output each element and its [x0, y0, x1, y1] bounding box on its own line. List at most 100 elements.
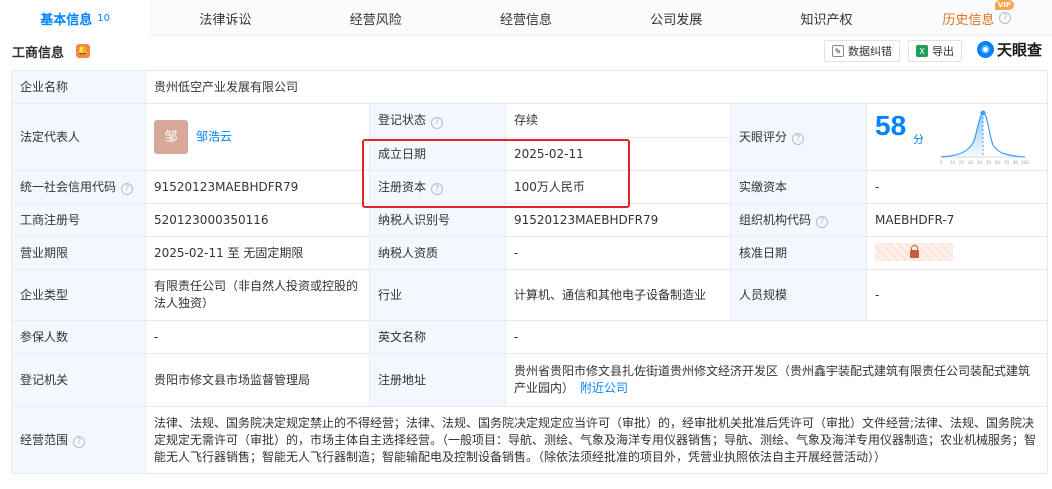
credit-code: 91520123MAEBHDFR79	[145, 170, 370, 204]
tab-label: 基本信息	[40, 12, 93, 28]
help-icon[interactable]: ?	[121, 183, 134, 195]
tab-development[interactable]: 公司发展	[601, 0, 751, 36]
established-date: 2025-02-11	[505, 137, 731, 171]
authority: 贵阳市修文县市场监督管理局	[145, 353, 370, 407]
org-code: MAEBHDFR-7	[866, 203, 1048, 237]
table-row: 参保人数 - 英文名称 -	[11, 320, 1048, 354]
svg-text:50: 50	[986, 160, 992, 165]
tab-history[interactable]: 历史信息? VIP	[902, 0, 1052, 36]
tab-label: 经营信息	[499, 12, 552, 28]
svg-text:30: 30	[968, 160, 974, 165]
legal-rep-cell: 邹邹浩云	[145, 103, 370, 171]
reg-capital-label: 注册资本	[378, 179, 427, 194]
help-icon[interactable]: ?	[999, 12, 1012, 24]
staff: -	[866, 269, 1048, 321]
paidin: -	[866, 170, 1048, 204]
taxpayer-id-label: 纳税人识别号	[369, 203, 506, 237]
tab-operation[interactable]: 经营信息	[451, 0, 601, 36]
bell-icon[interactable]: 🔔	[76, 44, 90, 58]
industry-label: 行业	[369, 269, 506, 321]
vip-lock[interactable]	[875, 243, 953, 262]
svg-text:80: 80	[1013, 160, 1019, 165]
table-row: 企业名称 贵州低空产业发展有限公司	[11, 70, 1048, 104]
export-label: 导出	[932, 45, 954, 58]
industry: 计算机、通信和其他电子设备制造业	[505, 269, 731, 321]
eye-icon: ◉	[977, 41, 994, 58]
nearby-company-link[interactable]: 附近公司	[580, 381, 628, 395]
vip-badge: VIP	[994, 0, 1014, 10]
tab-risk[interactable]: 经营风险	[301, 0, 451, 36]
score-value: 58	[875, 110, 907, 141]
svg-text:40: 40	[977, 160, 983, 165]
data-correct-button[interactable]: ✎ 数据纠错	[824, 40, 900, 62]
address-label: 注册地址	[369, 353, 506, 407]
scope-label-cell: 经营范围?	[11, 406, 146, 474]
export-button[interactable]: X 导出	[908, 40, 962, 62]
brand-logo: ◉ 天眼查	[977, 39, 1042, 60]
table-row: 经营范围? 法律、法规、国务院决定规定禁止的不得经营；法律、法规、国务院决定规定…	[11, 406, 1048, 474]
help-icon[interactable]: ?	[431, 116, 444, 129]
term-label: 营业期限	[11, 236, 146, 270]
edit-icon: ✎	[832, 45, 844, 57]
table-row: 企业类型 有限责任公司（非自然人投资或控股的法人独资） 行业 计算机、通信和其他…	[11, 269, 1048, 321]
insured: -	[145, 320, 370, 354]
score-label-cell: 天眼评分?	[730, 103, 867, 171]
legal-rep-label: 法定代表人	[11, 103, 146, 171]
svg-text:60: 60	[995, 160, 1001, 165]
established-label: 成立日期	[369, 137, 506, 171]
tab-label: 历史信息	[942, 12, 995, 28]
tab-label: 法律诉讼	[199, 12, 252, 28]
brand-name: 天眼查	[997, 41, 1043, 59]
avatar[interactable]: 邹	[154, 120, 188, 154]
business-info-table: 企业名称 贵州低空产业发展有限公司 法定代表人 邹邹浩云 登记状态? 存续 天眼…	[11, 70, 1048, 474]
reg-no: 520123000350116	[145, 203, 370, 237]
approval-date-label: 核准日期	[730, 236, 867, 270]
reg-capital: 100万人民币	[505, 170, 731, 204]
tab-bar: 基本信息 10 法律诉讼 经营风险 经营信息 公司发展 知识产权 历史信息? VI…	[0, 0, 1052, 36]
score-unit: 分	[913, 133, 924, 146]
tab-ip[interactable]: 知识产权	[751, 0, 901, 36]
org-code-label-cell: 组织机构代码?	[730, 203, 867, 237]
tab-legal[interactable]: 法律诉讼	[150, 0, 300, 36]
reg-status: 存续	[505, 103, 731, 138]
en-name: -	[505, 320, 1048, 354]
score-label: 天眼评分	[739, 129, 788, 144]
insured-label: 参保人数	[11, 320, 146, 354]
svg-text:70: 70	[1004, 160, 1010, 165]
table-row: 登记机关 贵阳市修文县市场监督管理局 注册地址 贵州省贵阳市修文县扎佐街道贵州修…	[11, 353, 1048, 407]
reg-capital-label-cell: 注册资本?	[369, 170, 506, 204]
reg-no-label: 工商注册号	[11, 203, 146, 237]
tab-count: 10	[97, 12, 111, 24]
table-row: 法定代表人 邹邹浩云 登记状态? 存续 天眼评分? 58 分 0 10 20 3…	[11, 103, 1048, 171]
lock-icon	[909, 244, 919, 258]
help-icon[interactable]: ?	[73, 436, 86, 448]
help-icon[interactable]: ?	[792, 133, 805, 145]
section-header: 工商信息 🔔 ✎ 数据纠错 X 导出 ◉ 天眼查	[12, 40, 1047, 64]
data-correct-label: 数据纠错	[848, 45, 892, 58]
legal-rep-link[interactable]: 邹浩云	[196, 130, 232, 144]
credit-code-label-cell: 统一社会信用代码?	[11, 170, 146, 204]
tab-basic-info[interactable]: 基本信息 10	[0, 0, 151, 36]
credit-code-label: 统一社会信用代码	[20, 179, 117, 194]
tab-label: 公司发展	[650, 12, 703, 28]
score-distribution-chart: 0 10 20 30 40 50 60 70 80 100	[940, 110, 1029, 165]
table-row: 工商注册号 520123000350116 纳税人识别号 91520123MAE…	[11, 203, 1048, 237]
address-cell: 贵州省贵阳市修文县扎佐街道贵州修文经济开发区（贵州鑫宇装配式建筑有限责任公司装配…	[505, 353, 1048, 407]
staff-label: 人员规模	[730, 269, 867, 321]
help-icon[interactable]: ?	[431, 183, 444, 195]
taxpayer-qual-label: 纳税人资质	[369, 236, 506, 270]
tab-label: 知识产权	[800, 12, 853, 28]
help-icon[interactable]: ?	[816, 216, 829, 228]
svg-text:20: 20	[959, 160, 965, 165]
score-cell[interactable]: 58 分 0 10 20 30 40 50 60 70 80 100	[866, 103, 1048, 171]
taxpayer-qual: -	[505, 236, 731, 270]
paidin-label: 实缴资本	[730, 170, 867, 204]
company-type: 有限责任公司（非自然人投资或控股的法人独资）	[145, 269, 370, 321]
term: 2025-02-11 至 无固定期限	[145, 236, 370, 270]
svg-text:10: 10	[950, 160, 956, 165]
scope-label: 经营范围	[20, 432, 69, 447]
company-name-label: 企业名称	[11, 70, 146, 104]
authority-label: 登记机关	[11, 353, 146, 407]
reg-status-label: 登记状态	[378, 113, 427, 127]
table-row: 营业期限 2025-02-11 至 无固定期限 纳税人资质 - 核准日期	[11, 236, 1048, 270]
